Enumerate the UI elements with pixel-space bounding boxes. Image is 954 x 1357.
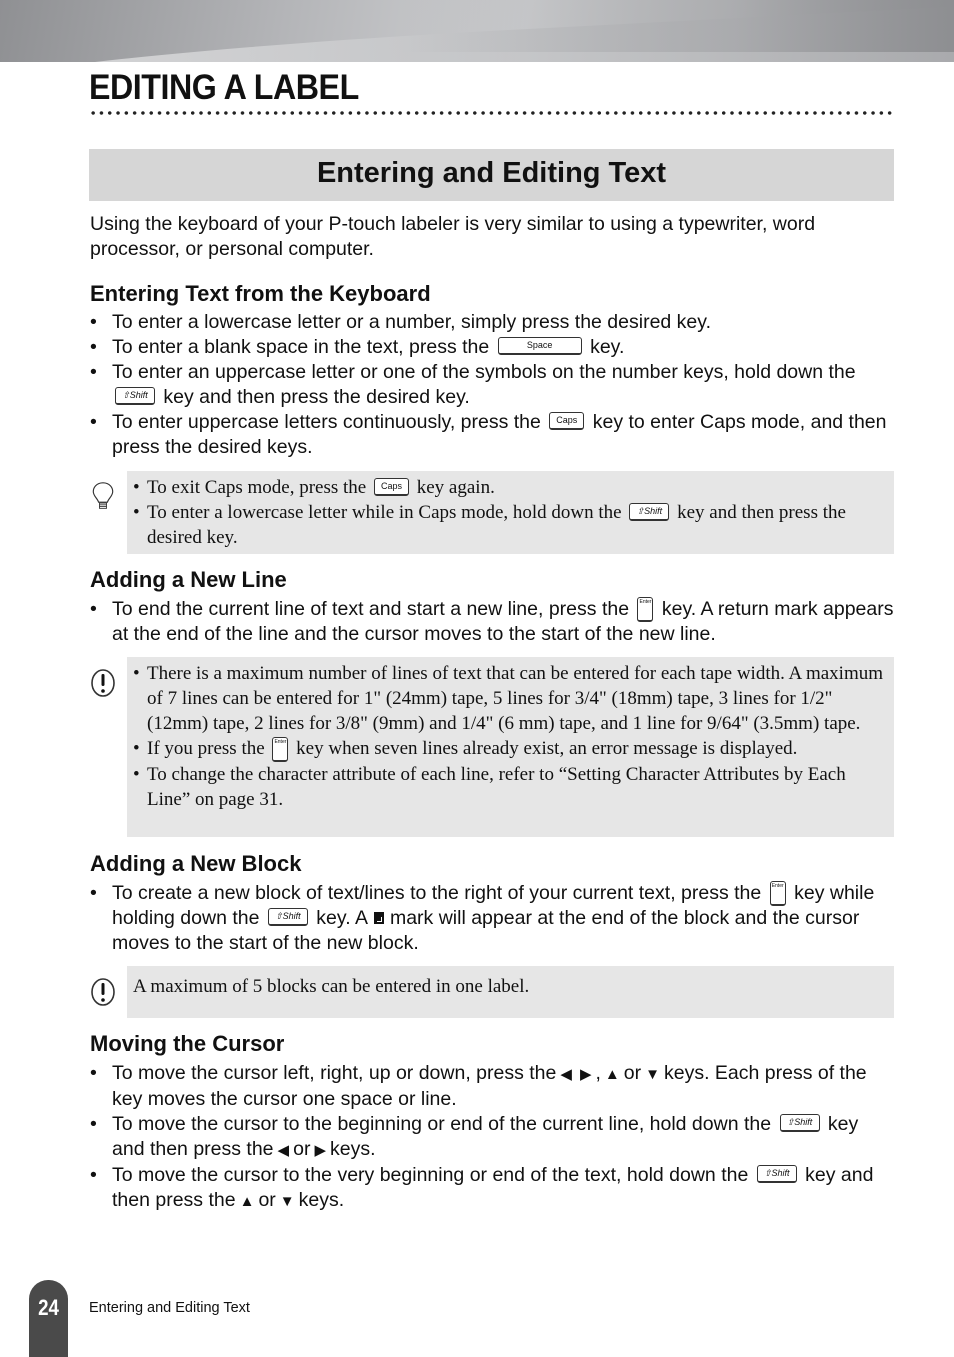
caution-icon <box>91 669 115 697</box>
list-item: To move the cursor left, right, up or do… <box>90 1061 895 1112</box>
text: If you press the <box>147 738 265 759</box>
heading-moving-cursor: Moving the Cursor <box>90 1031 285 1056</box>
text: keys. <box>329 1138 376 1160</box>
text: To move the cursor to the very beginning… <box>112 1164 749 1186</box>
down-arrow-icon: ▼ <box>279 1193 295 1210</box>
heading-new-line: Adding a New Line <box>90 567 287 592</box>
enter-key-icon: Enter <box>637 597 654 623</box>
list-item: To enter uppercase letters continuously,… <box>90 410 895 460</box>
section-header: Entering and Editing Text <box>89 149 894 201</box>
text: key and then press the desired key. <box>163 386 470 408</box>
page-number: 24 <box>38 1295 59 1320</box>
up-arrow-icon: ▲ <box>604 1066 620 1083</box>
newline-list: To end the current line of text and star… <box>90 597 895 647</box>
hint-item: To exit Caps mode, press the Caps key ag… <box>131 475 888 500</box>
enter-key-icon: Enter <box>769 881 786 907</box>
text: To enter a blank space in the text, pres… <box>112 336 490 358</box>
caution-text: A maximum of 5 blocks can be entered in … <box>133 976 530 997</box>
list-item: To enter an uppercase letter or one of t… <box>90 360 895 410</box>
dotted-divider <box>89 110 895 116</box>
header-banner <box>0 0 954 62</box>
text: To enter uppercase letters continuously,… <box>112 411 541 433</box>
caution-box-blocks: A maximum of 5 blocks can be entered in … <box>127 966 894 1018</box>
text: key. A <box>316 907 368 930</box>
chapter-title: EDITING A LABEL <box>89 68 359 107</box>
text: To enter a lowercase letter or a number,… <box>112 311 711 333</box>
section-title: Entering and Editing Text <box>316 157 667 189</box>
text: key when seven lines already exist, an e… <box>296 738 798 759</box>
list-item: To move the cursor to the very beginning… <box>90 1163 895 1214</box>
footer-section-title: Entering and Editing Text <box>89 1300 250 1316</box>
caution-item: If you press the Enter key when seven li… <box>131 736 888 763</box>
text: keys. <box>298 1189 345 1211</box>
left-arrow-icon: ◀ <box>277 1142 290 1159</box>
text: To move the cursor to the beginning or e… <box>112 1113 772 1135</box>
text: To create a new block of text/lines to t… <box>112 882 762 904</box>
intro-paragraph: Using the keyboard of your P-touch label… <box>90 213 816 260</box>
shift-key-icon: ⇧Shift <box>779 1113 820 1132</box>
list-item: To enter a blank space in the text, pres… <box>90 335 895 360</box>
list-item: To enter a lowercase letter or a number,… <box>90 310 895 335</box>
text: To enter an uppercase letter or one of t… <box>112 361 856 383</box>
caps-key-icon: Caps <box>374 477 409 496</box>
space-key-icon: Space <box>497 336 582 355</box>
list-item: To create a new block of text/lines to t… <box>90 881 895 956</box>
text: or <box>293 1138 311 1160</box>
shift-key-icon: ⇧Shift <box>629 502 670 521</box>
up-arrow-icon: ▲ <box>239 1193 255 1210</box>
list-item: To move the cursor to the beginning or e… <box>90 1112 895 1163</box>
text: or <box>258 1189 276 1211</box>
newblock-list: To create a new block of text/lines to t… <box>90 881 895 956</box>
hint-item: To enter a lowercase letter while in Cap… <box>131 500 888 550</box>
hint-box-caps: To exit Caps mode, press the Caps key ag… <box>127 471 894 554</box>
text: key. <box>590 336 625 358</box>
caution-item: There is a maximum number of lines of te… <box>131 661 888 736</box>
text: There is a maximum number of lines of te… <box>147 663 884 734</box>
block-mark-icon <box>373 912 384 925</box>
down-arrow-icon: ▼ <box>645 1066 660 1083</box>
list-item: To end the current line of text and star… <box>90 597 895 647</box>
text: or <box>623 1062 642 1084</box>
caution-item: To change the character attribute of eac… <box>131 762 888 812</box>
caution-box-lines: There is a maximum number of lines of te… <box>127 657 894 837</box>
caps-key-icon: Caps <box>549 411 585 430</box>
text: To enter a lowercase letter while in Cap… <box>147 502 622 523</box>
right-arrow-icon: ▶ <box>314 1142 326 1159</box>
shift-key-icon: ⇧Shift <box>756 1164 797 1183</box>
cursor-list: To move the cursor left, right, up or do… <box>90 1061 895 1214</box>
heading-entering-text: Entering Text from the Keyboard <box>90 281 431 306</box>
text: key again. <box>416 477 495 498</box>
heading-new-block: Adding a New Block <box>90 851 302 876</box>
left-arrow-icon: ◀ <box>560 1066 572 1083</box>
shift-key-icon: ⇧Shift <box>267 908 308 927</box>
caution-icon <box>91 978 115 1006</box>
text: To end the current line of text and star… <box>112 598 630 620</box>
text: To exit Caps mode, press the <box>147 477 367 498</box>
right-arrow-icon: ▶ <box>579 1066 592 1083</box>
shift-key-icon: ⇧Shift <box>115 386 155 405</box>
entering-list: To enter a lowercase letter or a number,… <box>90 310 895 460</box>
page-number-tab: 24 <box>29 1280 68 1357</box>
enter-key-icon: Enter <box>272 737 289 763</box>
text: To move the cursor left, right, up or do… <box>112 1062 557 1084</box>
text: To change the character attribute of eac… <box>147 764 846 811</box>
lightbulb-hint-icon <box>92 482 114 509</box>
